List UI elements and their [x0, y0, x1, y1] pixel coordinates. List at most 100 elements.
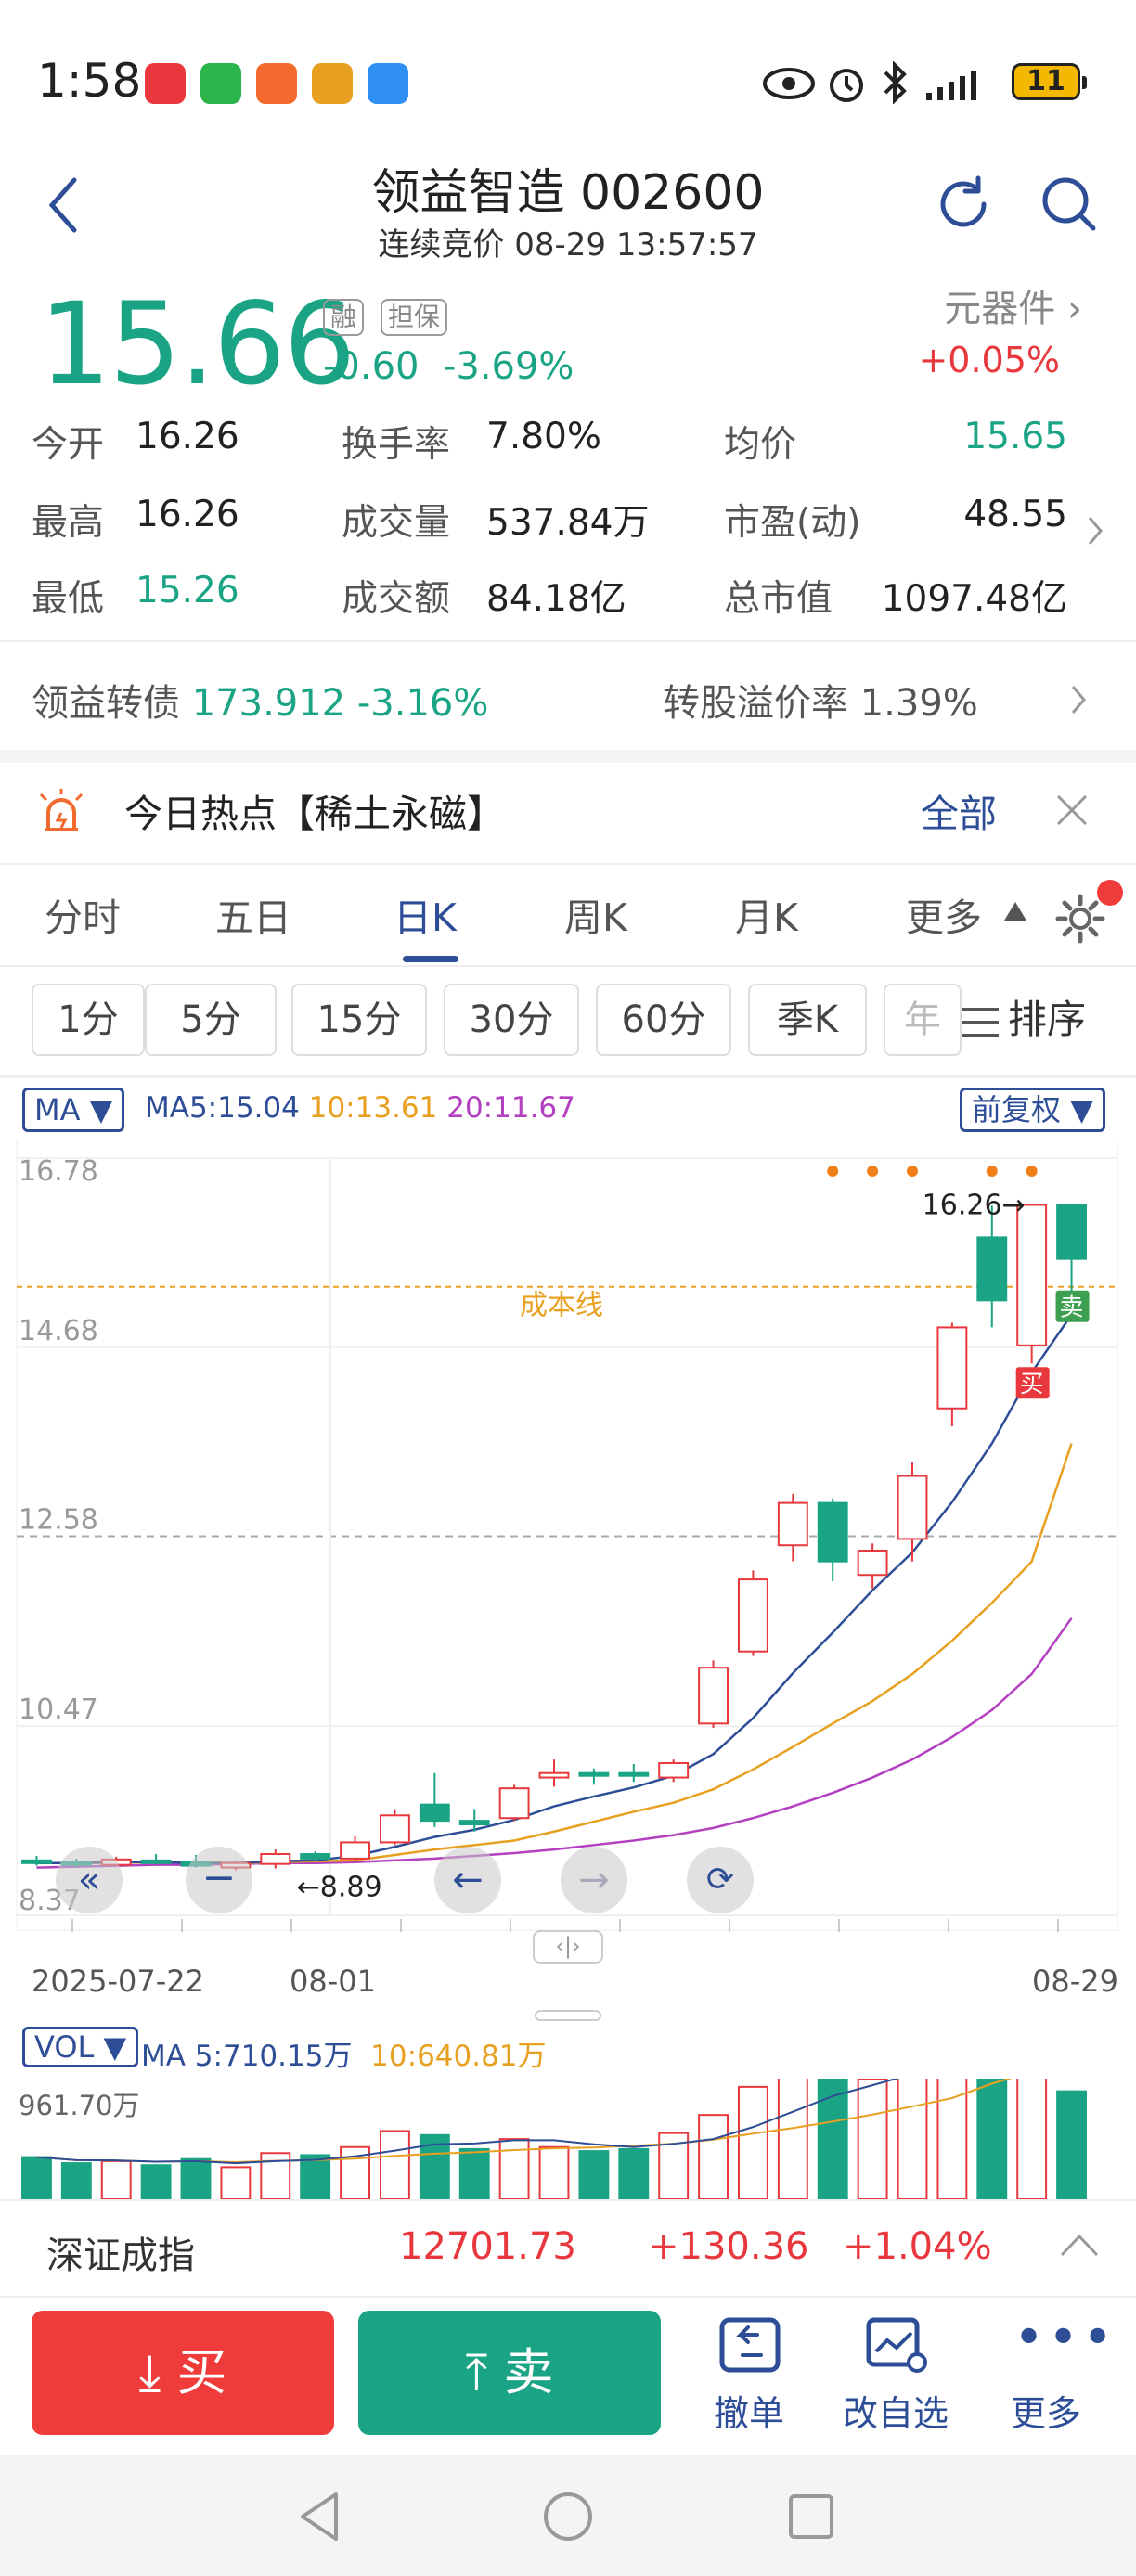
- volume-bar: [857, 2079, 888, 2199]
- vol-selector[interactable]: VOL ▼: [22, 2027, 139, 2067]
- search-icon[interactable]: [1038, 173, 1101, 236]
- tab-5[interactable]: 更多: [906, 886, 982, 942]
- tab-0[interactable]: 分时: [45, 886, 121, 942]
- gear-icon[interactable]: [1054, 893, 1106, 945]
- adjust-selector[interactable]: 前复权 ▼: [960, 1088, 1105, 1132]
- candle-body: [1016, 1204, 1048, 1346]
- ma-label: MA: [34, 1092, 81, 1127]
- candle-body: [618, 1771, 650, 1777]
- chart-rotate-button[interactable]: ⟳: [687, 1847, 754, 1913]
- nav-back-icon[interactable]: [297, 2491, 343, 2543]
- chart-left-button[interactable]: ←: [434, 1847, 501, 1913]
- interval-button[interactable]: 5分: [145, 984, 277, 1056]
- volume-bar: [777, 2079, 808, 2199]
- more-label[interactable]: 更多: [986, 2385, 1106, 2436]
- cancel-order-label[interactable]: 撤单: [689, 2385, 809, 2436]
- price-change: -0.60 -3.69%: [323, 345, 574, 388]
- volume-bar: [300, 2154, 331, 2199]
- drag-handle[interactable]: ‹|›: [533, 1930, 603, 1964]
- hot-topic-all[interactable]: 全部: [921, 782, 997, 838]
- candle-body: [260, 1853, 291, 1865]
- collateral-tag: 担保: [381, 299, 448, 336]
- refresh-icon[interactable]: [932, 173, 995, 236]
- nav-home-icon[interactable]: [542, 2491, 594, 2543]
- candle-body: [340, 1841, 370, 1860]
- candle-body: [498, 1787, 530, 1820]
- cancel-order-icon[interactable]: [716, 2314, 783, 2376]
- bond-change: -3.16%: [356, 682, 489, 725]
- chevron-up-icon[interactable]: [1058, 2231, 1101, 2259]
- kline-chart[interactable]: 16.7814.6812.5810.478.37成本线16.26→←8.89买卖: [0, 1140, 1136, 1945]
- volume-bar: [380, 2130, 410, 2199]
- candle-body: [698, 1667, 729, 1725]
- chart-right-button[interactable]: →: [561, 1847, 627, 1913]
- signal-dot: [907, 1166, 918, 1177]
- interval-button[interactable]: 1分: [32, 984, 145, 1056]
- buy-button[interactable]: ⤓ 买: [32, 2311, 334, 2435]
- tab-4[interactable]: 月K: [735, 886, 798, 942]
- volume-bar: [936, 2079, 968, 2199]
- buy-label: 买: [176, 2343, 227, 2402]
- stat-label: 最低: [32, 578, 105, 620]
- y-tick-label: 12.58: [19, 1504, 98, 1537]
- interval-button[interactable]: 15分: [291, 984, 427, 1056]
- more-icon[interactable]: •••: [1013, 2312, 1117, 2364]
- candle-body: [140, 1859, 172, 1864]
- close-icon[interactable]: [1054, 792, 1090, 828]
- candle-body: [936, 1326, 968, 1410]
- chart-frame: [16, 1140, 1118, 1931]
- chart-zoom-out-button[interactable]: «: [56, 1847, 123, 1913]
- candle-body: [419, 1803, 450, 1823]
- sell-label: 卖: [503, 2343, 554, 2402]
- volume-bar: [498, 2138, 530, 2199]
- stat-value: 537.84万: [486, 502, 650, 544]
- interval-button[interactable]: 年: [884, 984, 962, 1056]
- signal-dot: [1026, 1166, 1038, 1177]
- splitter-handle[interactable]: [535, 2010, 601, 2021]
- candle-body: [1056, 1204, 1087, 1260]
- stat-label: 最高: [32, 502, 105, 544]
- change-percent: -3.69%: [442, 345, 574, 388]
- change-value: -0.60: [323, 345, 420, 388]
- stat-label: 成交量: [342, 502, 451, 544]
- convertible-bond-row[interactable]: 领益转债 173.912 -3.16%: [32, 673, 488, 727]
- candle-body: [897, 1475, 928, 1540]
- chart-minus-button[interactable]: −: [186, 1847, 252, 1913]
- watchlist-label[interactable]: 改自选: [835, 2385, 956, 2436]
- volume-bar: [1056, 2090, 1087, 2199]
- interval-button[interactable]: 60分: [596, 984, 731, 1056]
- signal-dot: [827, 1166, 839, 1177]
- sector-link[interactable]: 元器件 ›: [944, 278, 1082, 332]
- nav-recents-icon[interactable]: [787, 2492, 835, 2541]
- upload-arrow-icon: ⤒: [465, 2343, 488, 2402]
- stat-value: 1097.48亿: [881, 578, 1067, 620]
- candle-body: [538, 1771, 570, 1779]
- interval-button[interactable]: 30分: [444, 984, 579, 1056]
- margin-tag: 融: [323, 299, 365, 336]
- volume-bar: [60, 2162, 92, 2199]
- sell-button[interactable]: ⤒ 卖: [358, 2311, 661, 2435]
- volume-bar: [180, 2157, 212, 2199]
- tab-1[interactable]: 五日: [215, 886, 291, 942]
- chevron-right-icon[interactable]: [1067, 683, 1090, 716]
- volume-bar: [578, 2150, 610, 2199]
- ma10-value: 10:13.61: [308, 1091, 438, 1125]
- interval-button[interactable]: 季K: [748, 984, 867, 1056]
- adjust-label: 前复权: [972, 1092, 1062, 1127]
- candle-body: [300, 1853, 331, 1860]
- premium-value: 1.39%: [859, 682, 978, 725]
- tab-2[interactable]: 日K: [394, 886, 457, 942]
- volume-bar: [738, 2085, 768, 2199]
- stat-label: 市盈(动): [724, 502, 861, 544]
- candle-body: [777, 1501, 808, 1547]
- hot-topic-text[interactable]: 今日热点【稀土永磁】: [124, 782, 505, 838]
- sort-button[interactable]: 排序: [962, 984, 1136, 1056]
- stat-label: 均价: [724, 424, 797, 466]
- watchlist-edit-icon[interactable]: [863, 2314, 930, 2376]
- bond-name: 领益转债: [32, 682, 180, 725]
- tab-3[interactable]: 周K: [564, 886, 627, 942]
- sector-name: 元器件: [944, 288, 1056, 330]
- ma-selector[interactable]: MA ▼: [22, 1088, 125, 1132]
- chevron-right-icon[interactable]: [1084, 514, 1106, 547]
- stat-value: 48.55: [963, 494, 1067, 535]
